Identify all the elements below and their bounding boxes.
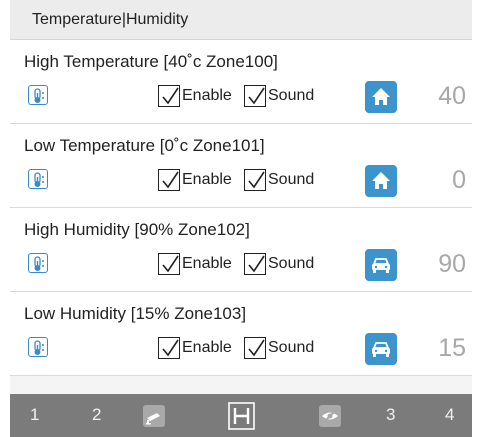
threshold-value: 90 — [438, 250, 466, 278]
section-title: Low Temperature [0˚c Zone101] — [24, 136, 265, 155]
content-spacer — [10, 376, 472, 394]
alarm-section-low-temperature: Low Temperature [0˚c Zone101] Enable Sou… — [10, 124, 472, 208]
checkbox-checked-icon[interactable] — [158, 253, 180, 275]
sound-label: Sound — [268, 171, 315, 188]
sound-checkbox[interactable]: Sound — [244, 336, 314, 360]
thermometer-icon[interactable] — [28, 253, 48, 273]
alarm-section-high-temperature: High Temperature [40˚c Zone100] Enable S… — [10, 40, 472, 124]
enable-checkbox[interactable]: Enable — [158, 336, 232, 360]
home-icon — [372, 172, 390, 189]
checkbox-checked-icon[interactable] — [158, 337, 180, 359]
nav-item-3[interactable]: 3 — [386, 405, 395, 425]
checkbox-checked-icon[interactable] — [158, 169, 180, 191]
sound-checkbox[interactable]: Sound — [244, 84, 314, 108]
threshold-value: 0 — [452, 166, 466, 194]
checkbox-checked-icon[interactable] — [244, 85, 266, 107]
app-frame: Temperature|Humidity High Temperature [4… — [10, 0, 472, 437]
thermometer-icon[interactable] — [28, 85, 48, 105]
sound-label: Sound — [268, 87, 315, 104]
zone-home-button[interactable] — [365, 165, 397, 197]
sound-checkbox[interactable]: Sound — [244, 252, 314, 276]
thermometer-icon[interactable] — [28, 337, 48, 357]
section-title: High Temperature [40˚c Zone100] — [24, 52, 278, 71]
zone-home-button[interactable] — [365, 81, 397, 113]
threshold-value: 40 — [438, 82, 466, 110]
checkbox-checked-icon[interactable] — [158, 85, 180, 107]
zone-car-button[interactable] — [365, 249, 397, 281]
nav-item-1[interactable]: 1 — [30, 405, 39, 425]
checkbox-checked-icon[interactable] — [244, 253, 266, 275]
alarm-section-low-humidity: Low Humidity [15% Zone103] Enable Sound — [10, 292, 472, 376]
thermometer-icon[interactable] — [28, 169, 48, 189]
enable-checkbox[interactable]: Enable — [158, 168, 232, 192]
sound-label: Sound — [268, 255, 315, 272]
header: Temperature|Humidity — [10, 0, 472, 40]
checkbox-checked-icon[interactable] — [244, 169, 266, 191]
eye-slash-icon[interactable] — [319, 405, 341, 432]
enable-label: Enable — [182, 255, 232, 272]
nav-item-2[interactable]: 2 — [92, 405, 101, 425]
camera-icon[interactable] — [143, 405, 165, 432]
sound-checkbox[interactable]: Sound — [244, 168, 314, 192]
zone-car-button[interactable] — [365, 333, 397, 365]
page-title: Temperature|Humidity — [32, 11, 189, 28]
h-logo-icon[interactable] — [228, 402, 255, 435]
car-icon — [372, 258, 390, 273]
enable-label: Enable — [182, 171, 232, 188]
enable-label: Enable — [182, 339, 232, 356]
enable-checkbox[interactable]: Enable — [158, 84, 232, 108]
section-title: High Humidity [90% Zone102] — [24, 220, 250, 239]
nav-item-4[interactable]: 4 — [445, 405, 454, 425]
car-icon — [372, 342, 390, 357]
checkbox-checked-icon[interactable] — [244, 337, 266, 359]
enable-checkbox[interactable]: Enable — [158, 252, 232, 276]
home-icon — [372, 88, 390, 105]
section-title: Low Humidity [15% Zone103] — [24, 304, 247, 323]
enable-label: Enable — [182, 87, 232, 104]
alarm-section-high-humidity: High Humidity [90% Zone102] Enable Sound — [10, 208, 472, 292]
sound-label: Sound — [268, 339, 315, 356]
threshold-value: 15 — [438, 334, 466, 362]
bottom-nav-bar: 1 2 3 4 — [10, 394, 472, 437]
